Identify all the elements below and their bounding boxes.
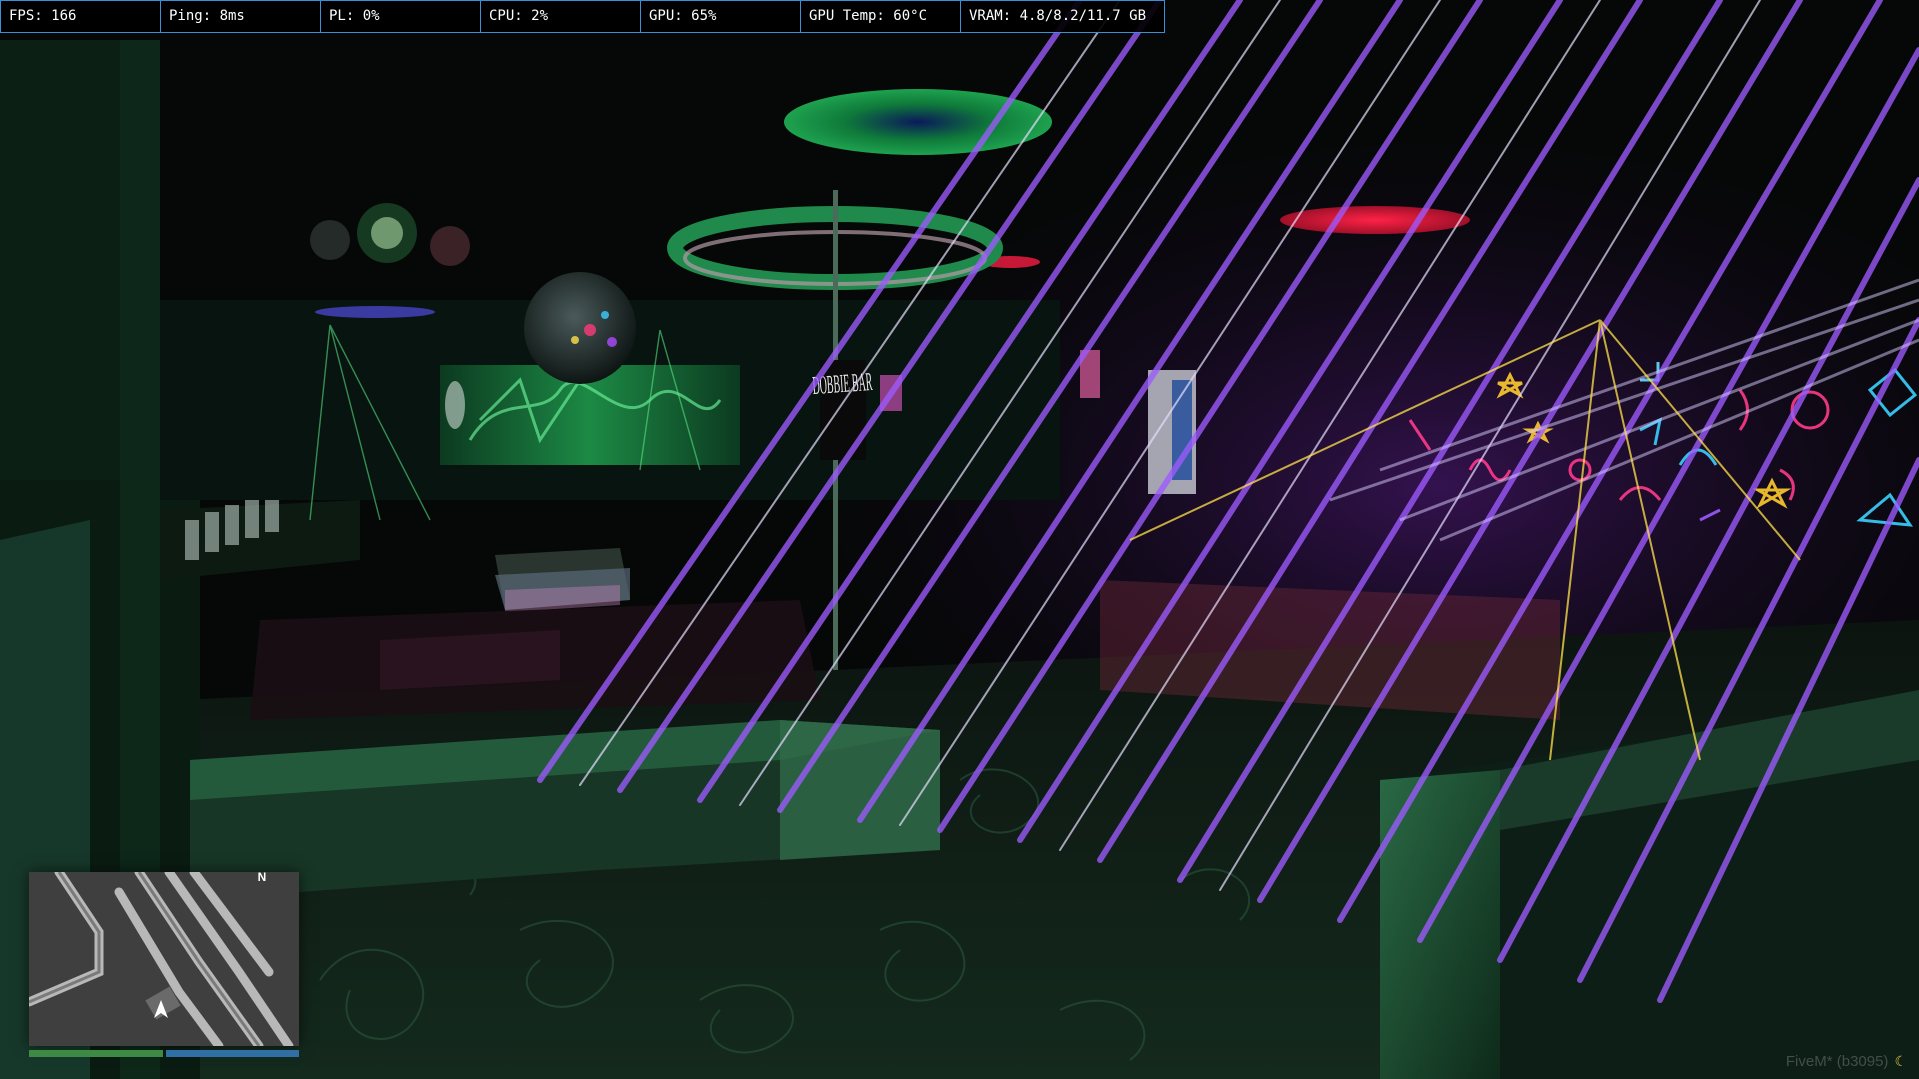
ceiling-light-red	[1280, 206, 1470, 234]
cpu-readout: CPU: 2%	[481, 1, 641, 32]
game-viewport: DOBBIE BAR	[0, 0, 1919, 1079]
fps-readout: FPS: 166	[1, 1, 161, 32]
disco-ball	[524, 272, 636, 384]
minimap-roads	[29, 872, 299, 1046]
vram-readout: VRAM: 4.8/8.2/11.7 GB	[969, 8, 1147, 24]
north-indicator: N	[257, 870, 267, 884]
performance-overlay: FPS: 166 Ping: 8ms PL: 0% CPU: 2% GPU: 6…	[0, 0, 1165, 33]
armor-bar	[166, 1050, 299, 1057]
watermark-text: FiveM* (b3095)	[1785, 1052, 1889, 1070]
gpu-temp-readout: GPU Temp: 60°C	[801, 1, 961, 32]
minimap	[29, 872, 299, 1046]
fivem-watermark: FiveM* (b3095) ☾	[1786, 1051, 1907, 1071]
health-bar	[29, 1050, 163, 1057]
packet-loss-readout: PL: 0%	[321, 1, 481, 32]
gpu-readout: GPU: 65%	[641, 1, 801, 32]
ping-readout: Ping: 8ms	[161, 1, 321, 32]
moon-icon: ☾	[1894, 1052, 1907, 1069]
